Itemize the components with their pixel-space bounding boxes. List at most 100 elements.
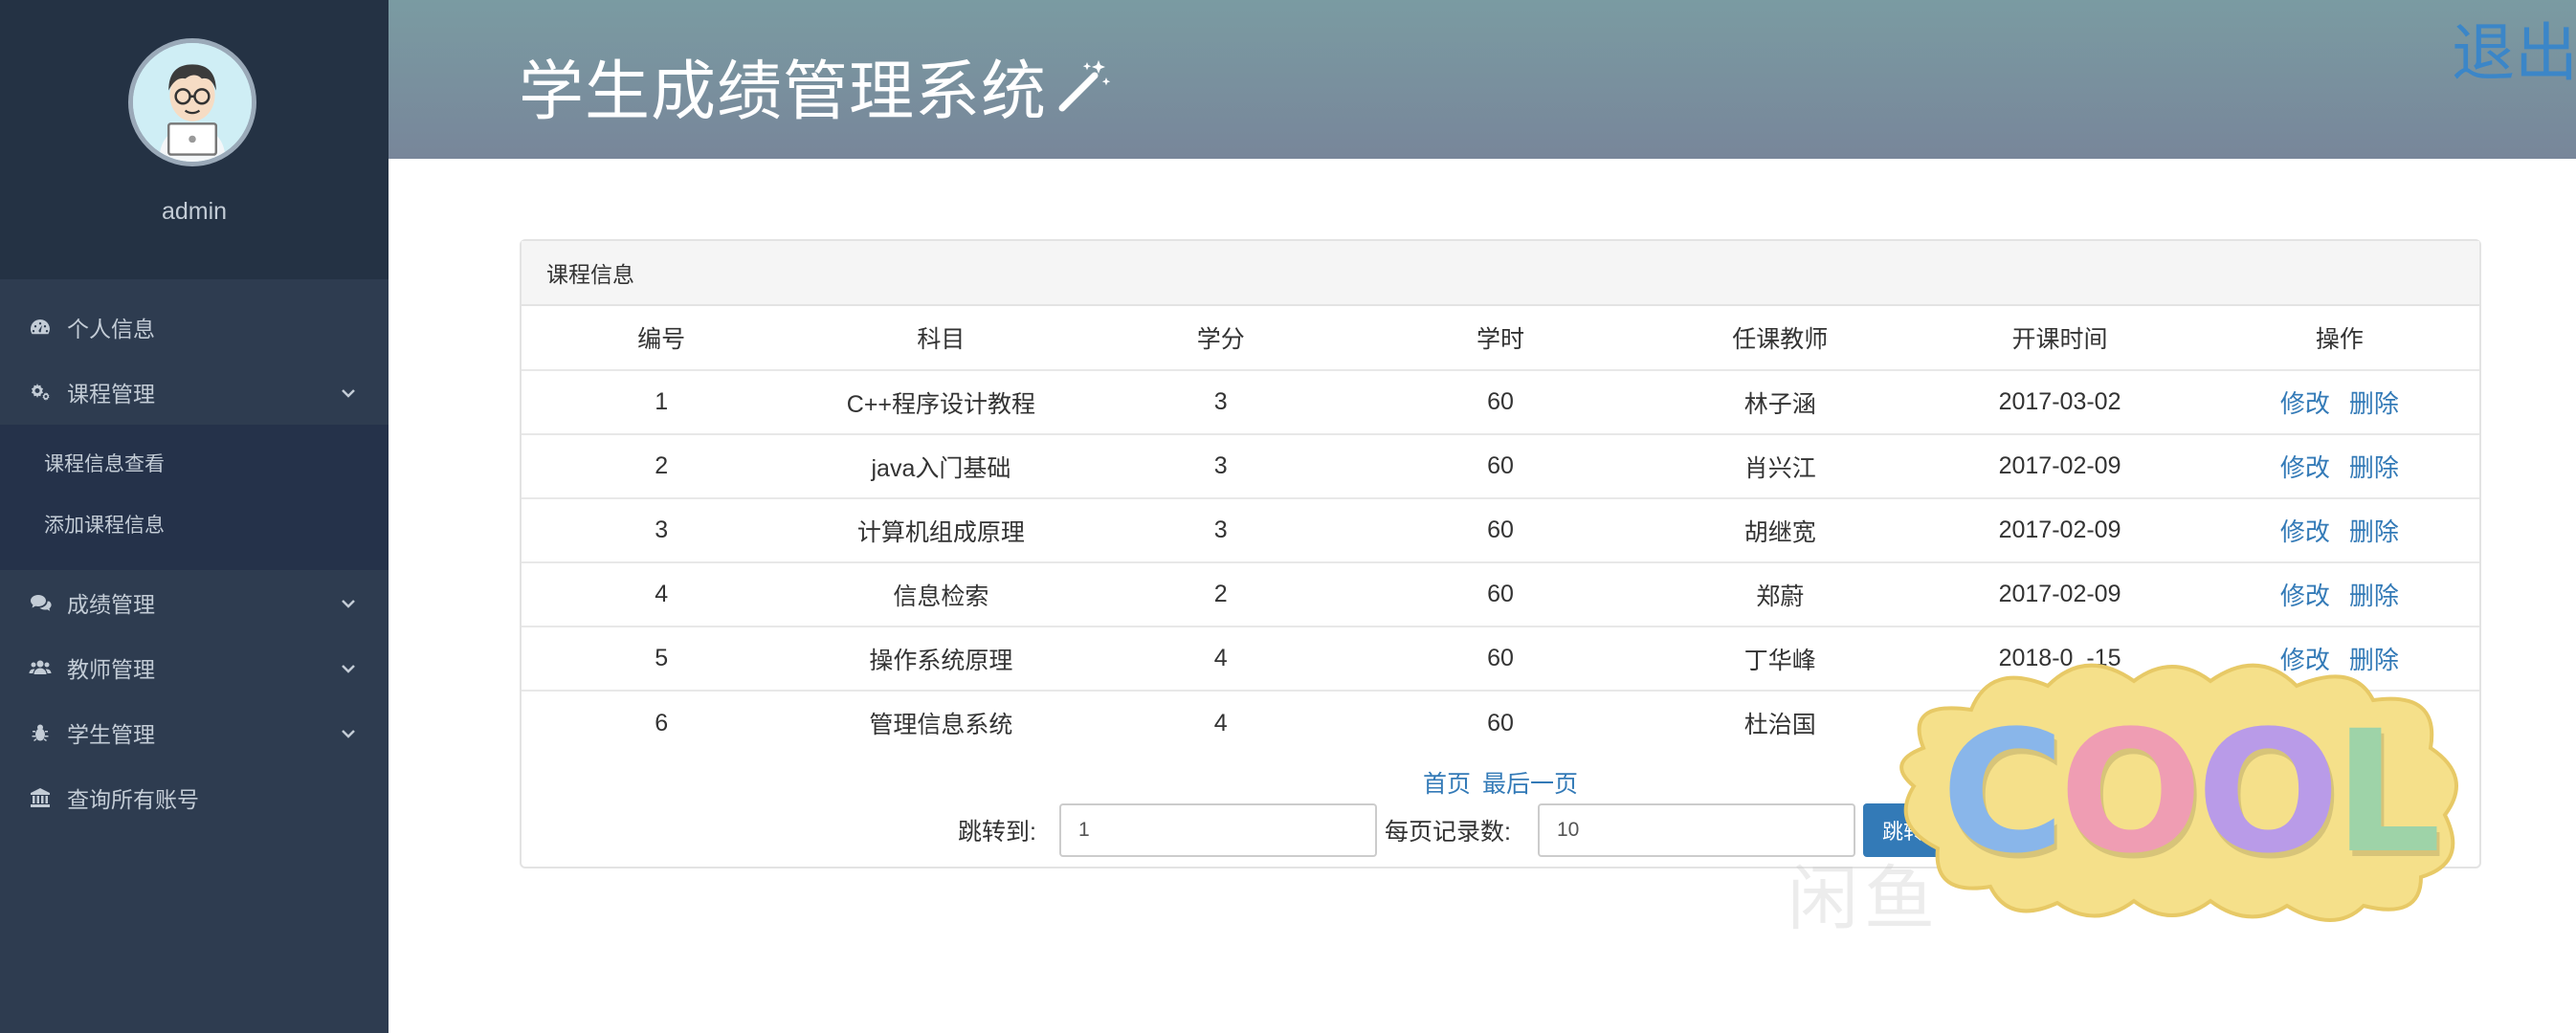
delete-link[interactable]: 删除 — [2349, 453, 2399, 482]
app-title-text: 学生成绩管理系统 — [519, 55, 1048, 128]
cell-id: 3 — [522, 497, 802, 562]
delete-link[interactable]: 删除 — [2349, 582, 2399, 610]
cell-actions: 修改删除 — [2199, 433, 2479, 498]
edit-link[interactable]: 修改 — [2280, 582, 2330, 610]
sidebar-item-label: 教师管理 — [67, 657, 155, 682]
sidebar-item-student-management[interactable]: 学生管理 — [0, 700, 389, 765]
page-size-label: 每页记录数: — [1385, 819, 1511, 846]
cell-start-date: 2017-02-09 — [1920, 561, 2200, 626]
cell-subject: 信息检索 — [801, 561, 1081, 626]
sidebar-item-label: 学生管理 — [67, 722, 155, 747]
users-icon — [27, 654, 54, 681]
sidebar-item-personal-info[interactable]: 个人信息 — [0, 295, 389, 360]
sidebar-item-label: 课程管理 — [67, 382, 155, 407]
column-header-actions: 操作 — [2315, 326, 2364, 353]
edit-link[interactable]: 修改 — [2280, 517, 2330, 546]
cell-hours: 60 — [1360, 369, 1641, 434]
cell-hours: 60 — [1360, 626, 1641, 691]
cell-start-date: 2017-03-02 — [1920, 369, 2200, 434]
last-page-link[interactable]: 最后一页 — [1482, 771, 1578, 798]
sticker-letter-o1: O — [2058, 693, 2203, 890]
table-row: 4 信息检索 2 60 郑蔚 2017-02-09 修改 删除 — [522, 561, 2479, 626]
cell-id: 6 — [522, 690, 802, 755]
sidebar-item-teacher-management[interactable]: 教师管理 — [0, 635, 389, 700]
sidebar-item-grade-management[interactable]: 成绩管理 — [0, 570, 389, 635]
delete-link[interactable]: 删除 — [2349, 389, 2399, 418]
cool-sticker: COOL — [1885, 643, 2478, 930]
chevron-down-icon — [339, 658, 358, 677]
first-page-link[interactable]: 首页 — [1423, 771, 1471, 798]
dashboard-icon — [27, 314, 54, 341]
cell-actions: 修改删除 — [2199, 497, 2479, 562]
cell-teacher: 林子涵 — [1640, 369, 1921, 434]
cell-id: 1 — [522, 369, 802, 434]
cell-subject: 计算机组成原理 — [801, 497, 1081, 562]
cell-credit: 3 — [1080, 433, 1361, 498]
avatar — [128, 38, 256, 166]
cell-start-date: 2017-02-09 — [1920, 433, 2200, 498]
cell-teacher: 杜治国 — [1640, 690, 1921, 755]
table-row: 1 C++程序设计教程 3 60 林子涵 2017-03-02 修改 删除 — [522, 369, 2479, 434]
cell-actions: 修改删除 — [2199, 561, 2479, 626]
cell-hours: 60 — [1360, 497, 1641, 562]
cell-credit: 4 — [1080, 626, 1361, 691]
sticker-letter-l: L — [2334, 693, 2441, 890]
sidebar: admin 个人信息 课程管理 课程信息查看 添加课程信息 成绩管理 教师管理 … — [0, 0, 389, 1033]
profile-username: admin — [161, 198, 228, 225]
gears-icon — [27, 379, 54, 406]
edit-link[interactable]: 修改 — [2280, 389, 2330, 418]
cell-subject: C++程序设计教程 — [801, 369, 1081, 434]
cell-actions: 修改删除 — [2199, 369, 2479, 434]
column-header-hours: 学时 — [1476, 326, 1524, 353]
cell-subject: java入门基础 — [801, 433, 1081, 498]
cell-teacher: 肖兴江 — [1640, 433, 1921, 498]
cell-id: 2 — [522, 433, 802, 498]
submenu-item-view-courses[interactable]: 课程信息查看 — [0, 432, 389, 494]
column-header-subject: 科目 — [917, 326, 966, 353]
column-header-credit: 学分 — [1196, 326, 1245, 353]
sticker-letter-o2: O — [2196, 693, 2341, 890]
jump-page-input[interactable] — [1059, 803, 1377, 857]
sidebar-item-label: 个人信息 — [67, 317, 155, 341]
logout-link[interactable]: 退出 — [2452, 2, 2576, 94]
sidebar-item-course-management[interactable]: 课程管理 — [0, 360, 389, 425]
sidebar-item-label: 查询所有账号 — [67, 787, 199, 812]
column-header-teacher: 任课教师 — [1732, 326, 1829, 353]
cell-teacher: 胡继宽 — [1640, 497, 1921, 562]
cell-teacher: 郑蔚 — [1640, 561, 1921, 626]
jump-to-label: 跳转到: — [958, 819, 1036, 846]
chevron-down-icon — [339, 383, 358, 402]
panel-heading: 课程信息 — [522, 241, 2479, 306]
cell-subject: 管理信息系统 — [801, 690, 1081, 755]
submenu-item-add-course[interactable]: 添加课程信息 — [0, 494, 389, 555]
cell-hours: 60 — [1360, 561, 1641, 626]
column-header-start-date: 开课时间 — [2011, 326, 2108, 353]
cell-id: 5 — [522, 626, 802, 691]
cell-credit: 3 — [1080, 497, 1361, 562]
sticker-text: COOL — [1935, 693, 2442, 890]
bug-icon — [27, 719, 54, 746]
cell-credit: 4 — [1080, 690, 1361, 755]
cell-credit: 2 — [1080, 561, 1361, 626]
column-header-id: 编号 — [637, 326, 686, 353]
table-header-row: 编号 科目 学分 学时 任课教师 开课时间 操作 — [522, 306, 2479, 370]
profile-section: admin — [0, 0, 389, 279]
sidebar-item-label: 成绩管理 — [67, 592, 155, 617]
chevron-down-icon — [339, 723, 358, 742]
bank-icon — [27, 784, 54, 811]
page-title: 学生成绩管理系统 — [519, 38, 1112, 133]
cell-hours: 60 — [1360, 690, 1641, 755]
cell-id: 4 — [522, 561, 802, 626]
magic-wand-icon — [1053, 56, 1112, 116]
table-row: 3 计算机组成原理 3 60 胡继宽 2017-02-09 修改 删除 — [522, 497, 2479, 562]
cell-credit: 3 — [1080, 369, 1361, 434]
cell-teacher: 丁华峰 — [1640, 626, 1921, 691]
edit-link[interactable]: 修改 — [2280, 453, 2330, 482]
sidebar-item-all-accounts[interactable]: 查询所有账号 — [0, 765, 389, 830]
sidebar-nav: 个人信息 课程管理 课程信息查看 添加课程信息 成绩管理 教师管理 学生管理 查… — [0, 295, 389, 830]
cell-hours: 60 — [1360, 433, 1641, 498]
table-row: 2 java入门基础 3 60 肖兴江 2017-02-09 修改 删除 — [522, 433, 2479, 498]
cell-start-date: 2017-02-09 — [1920, 497, 2200, 562]
chevron-down-icon — [339, 593, 358, 612]
delete-link[interactable]: 删除 — [2349, 517, 2399, 546]
